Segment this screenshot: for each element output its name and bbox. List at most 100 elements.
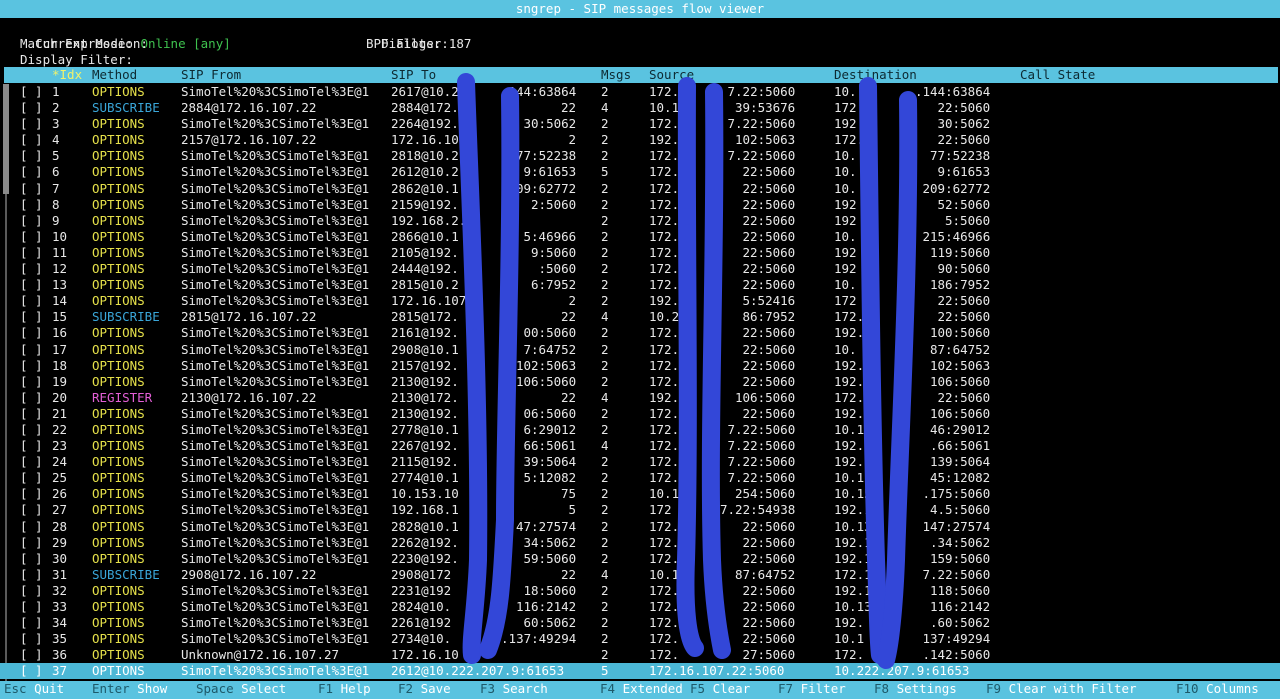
row-checkbox[interactable]: [ ] bbox=[20, 358, 43, 374]
row-checkbox[interactable]: [ ] bbox=[20, 486, 43, 502]
footer-key-clear-with-filter[interactable]: F9 Clear with Filter bbox=[986, 681, 1137, 697]
table-row[interactable]: [ ] 21 OPTIONS SimoTel%20%3CSimoTel%3E@1 213… bbox=[0, 406, 1280, 422]
footer-key-label: F5 bbox=[690, 681, 706, 696]
row-checkbox[interactable]: [ ] bbox=[20, 599, 43, 615]
table-row[interactable]: [ ] 5 OPTIONS SimoTel%20%3CSimoTel%3E@1 2818… bbox=[0, 148, 1280, 164]
table-row[interactable]: [ ] 20 REGISTER 2130@172.16.107.22 2130@172.… bbox=[0, 390, 1280, 406]
footer-key-clear[interactable]: F5 Clear bbox=[690, 681, 750, 697]
row-checkbox[interactable]: [ ] bbox=[20, 519, 43, 535]
row-checkbox[interactable]: [ ] bbox=[20, 245, 43, 261]
table-row[interactable]: [ ] 13 OPTIONS SimoTel%20%3CSimoTel%3E@1 281… bbox=[0, 277, 1280, 293]
row-source: 10.1 bbox=[649, 486, 680, 502]
table-row[interactable]: [ ] 6 OPTIONS SimoTel%20%3CSimoTel%3E@1 2612… bbox=[0, 164, 1280, 180]
table-row[interactable]: [ ] 9 OPTIONS SimoTel%20%3CSimoTel%3E@1 192.… bbox=[0, 213, 1280, 229]
row-checkbox[interactable]: [ ] bbox=[20, 583, 43, 599]
table-row[interactable]: [ ] 36 OPTIONS Unknown@172.16.107.27 172.16.… bbox=[0, 647, 1280, 663]
table-row[interactable]: [ ] 18 OPTIONS SimoTel%20%3CSimoTel%3E@1 215… bbox=[0, 358, 1280, 374]
footer-key-quit[interactable]: Esc Quit bbox=[4, 681, 64, 697]
row-checkbox[interactable]: [ ] bbox=[20, 261, 43, 277]
table-row[interactable]: [ ] 32 OPTIONS SimoTel%20%3CSimoTel%3E@1 223… bbox=[0, 583, 1280, 599]
row-checkbox[interactable]: [ ] bbox=[20, 116, 43, 132]
table-row[interactable]: [ ] 4 OPTIONS 2157@172.16.107.22 172.16.10 2 2… bbox=[0, 132, 1280, 148]
footer-key-filter[interactable]: F7 Filter bbox=[778, 681, 846, 697]
table-row[interactable]: [ ] 1 OPTIONS SimoTel%20%3CSimoTel%3E@1 2617… bbox=[0, 84, 1280, 100]
col-call-state[interactable]: Call State bbox=[1020, 67, 1095, 83]
footer-key-extended[interactable]: F4 Extended bbox=[600, 681, 683, 697]
row-sip-from: SimoTel%20%3CSimoTel%3E@1 bbox=[181, 421, 370, 437]
row-checkbox[interactable]: [ ] bbox=[20, 551, 43, 567]
table-row[interactable]: [ ] 8 OPTIONS SimoTel%20%3CSimoTel%3E@1 2159… bbox=[0, 197, 1280, 213]
row-checkbox[interactable]: [ ] bbox=[20, 132, 43, 148]
row-checkbox[interactable]: [ ] bbox=[20, 615, 43, 631]
row-checkbox[interactable]: [ ] bbox=[20, 374, 43, 390]
row-checkbox[interactable]: [ ] bbox=[20, 325, 43, 341]
row-checkbox[interactable]: [ ] bbox=[20, 663, 43, 679]
table-row[interactable]: [ ] 10 OPTIONS SimoTel%20%3CSimoTel%3E@1 286… bbox=[0, 229, 1280, 245]
table-row[interactable]: [ ] 19 OPTIONS SimoTel%20%3CSimoTel%3E@1 213… bbox=[0, 374, 1280, 390]
col-msgs[interactable]: Msgs bbox=[601, 67, 631, 83]
table-row[interactable]: [ ] 31 SUBSCRIBE 2908@172.16.107.22 2908@172… bbox=[0, 567, 1280, 583]
table-row[interactable]: [ ] 24 OPTIONS SimoTel%20%3CSimoTel%3E@1 211… bbox=[0, 454, 1280, 470]
row-checkbox[interactable]: [ ] bbox=[20, 390, 43, 406]
row-checkbox[interactable]: [ ] bbox=[20, 406, 43, 422]
row-checkbox[interactable]: [ ] bbox=[20, 197, 43, 213]
row-checkbox[interactable]: [ ] bbox=[20, 164, 43, 180]
row-checkbox[interactable]: [ ] bbox=[20, 309, 43, 325]
row-checkbox[interactable]: [ ] bbox=[20, 277, 43, 293]
row-checkbox[interactable]: [ ] bbox=[20, 422, 43, 438]
footer-key-search[interactable]: F3 Search bbox=[480, 681, 548, 697]
table-row[interactable]: [ ] 2 SUBSCRIBE 2884@172.16.107.22 2884@172.… bbox=[0, 100, 1280, 116]
footer-key-help[interactable]: F1 Help bbox=[318, 681, 371, 697]
row-checkbox[interactable]: [ ] bbox=[20, 631, 43, 647]
row-checkbox[interactable]: [ ] bbox=[20, 342, 43, 358]
table-row[interactable]: [ ] 30 OPTIONS SimoTel%20%3CSimoTel%3E@1 223… bbox=[0, 551, 1280, 567]
row-checkbox[interactable]: [ ] bbox=[20, 535, 43, 551]
table-row[interactable]: [ ] 37 OPTIONS SimoTel%20%3CSimoTel%3E@1 261… bbox=[0, 663, 1280, 680]
col-method[interactable]: Method bbox=[92, 67, 137, 83]
col-source[interactable]: Source bbox=[649, 67, 694, 83]
col-idx[interactable]: *Idx bbox=[52, 67, 82, 83]
table-row[interactable]: [ ] 23 OPTIONS SimoTel%20%3CSimoTel%3E@1 226… bbox=[0, 438, 1280, 454]
table-row[interactable]: [ ] 14 OPTIONS SimoTel%20%3CSimoTel%3E@1 172… bbox=[0, 293, 1280, 309]
footer-key-select[interactable]: Space Select bbox=[196, 681, 286, 697]
table-row[interactable]: [ ] 17 OPTIONS SimoTel%20%3CSimoTel%3E@1 290… bbox=[0, 342, 1280, 358]
row-checkbox[interactable]: [ ] bbox=[20, 181, 43, 197]
table-row[interactable]: [ ] 35 OPTIONS SimoTel%20%3CSimoTel%3E@1 273… bbox=[0, 631, 1280, 647]
row-checkbox[interactable]: [ ] bbox=[20, 293, 43, 309]
row-checkbox[interactable]: [ ] bbox=[20, 470, 43, 486]
table-row[interactable]: [ ] 34 OPTIONS SimoTel%20%3CSimoTel%3E@1 226… bbox=[0, 615, 1280, 631]
row-checkbox[interactable]: [ ] bbox=[20, 84, 43, 100]
row-checkbox[interactable]: [ ] bbox=[20, 454, 43, 470]
row-checkbox[interactable]: [ ] bbox=[20, 438, 43, 454]
col-sip-to[interactable]: SIP To bbox=[391, 67, 436, 83]
row-sip-to-tail: 39:5064 bbox=[523, 454, 577, 470]
table-row[interactable]: [ ] 22 OPTIONS SimoTel%20%3CSimoTel%3E@1 277… bbox=[0, 422, 1280, 438]
table-row[interactable]: [ ] 11 OPTIONS SimoTel%20%3CSimoTel%3E@1 210… bbox=[0, 245, 1280, 261]
row-checkbox[interactable]: [ ] bbox=[20, 148, 43, 164]
table-row[interactable]: [ ] 33 OPTIONS SimoTel%20%3CSimoTel%3E@1 282… bbox=[0, 599, 1280, 615]
table-row[interactable]: [ ] 25 OPTIONS SimoTel%20%3CSimoTel%3E@1 277… bbox=[0, 470, 1280, 486]
footer-key-show[interactable]: Enter Show bbox=[92, 681, 167, 697]
row-checkbox[interactable]: [ ] bbox=[20, 100, 43, 116]
row-checkbox[interactable]: [ ] bbox=[20, 502, 43, 518]
table-row[interactable]: [ ] 12 OPTIONS SimoTel%20%3CSimoTel%3E@1 244… bbox=[0, 261, 1280, 277]
footer-key-columns[interactable]: F10 Columns bbox=[1176, 681, 1259, 697]
table-row[interactable]: [ ] 26 OPTIONS SimoTel%20%3CSimoTel%3E@1 10.… bbox=[0, 486, 1280, 502]
table-row[interactable]: [ ] 16 OPTIONS SimoTel%20%3CSimoTel%3E@1 216… bbox=[0, 325, 1280, 341]
row-checkbox[interactable]: [ ] bbox=[20, 229, 43, 245]
col-destination[interactable]: Destination bbox=[834, 67, 917, 83]
col-sip-from[interactable]: SIP From bbox=[181, 67, 241, 83]
row-checkbox[interactable]: [ ] bbox=[20, 213, 43, 229]
footer-key-save[interactable]: F2 Save bbox=[398, 681, 451, 697]
row-checkbox[interactable]: [ ] bbox=[20, 567, 43, 583]
row-destination-tail: 215:46966 bbox=[922, 228, 991, 244]
footer-key-settings[interactable]: F8 Settings bbox=[874, 681, 957, 697]
table-row[interactable]: [ ] 15 SUBSCRIBE 2815@172.16.107.22 2815@172… bbox=[0, 309, 1280, 325]
table-row[interactable]: [ ] 7 OPTIONS SimoTel%20%3CSimoTel%3E@1 2862… bbox=[0, 181, 1280, 197]
table-row[interactable]: [ ] 3 OPTIONS SimoTel%20%3CSimoTel%3E@1 2264… bbox=[0, 116, 1280, 132]
row-checkbox[interactable]: [ ] bbox=[20, 647, 43, 663]
table-row[interactable]: [ ] 28 OPTIONS SimoTel%20%3CSimoTel%3E@1 282… bbox=[0, 519, 1280, 535]
row-source: 172. bbox=[649, 148, 680, 164]
table-row[interactable]: [ ] 27 OPTIONS SimoTel%20%3CSimoTel%3E@1 192… bbox=[0, 502, 1280, 518]
table-row[interactable]: [ ] 29 OPTIONS SimoTel%20%3CSimoTel%3E@1 226… bbox=[0, 535, 1280, 551]
